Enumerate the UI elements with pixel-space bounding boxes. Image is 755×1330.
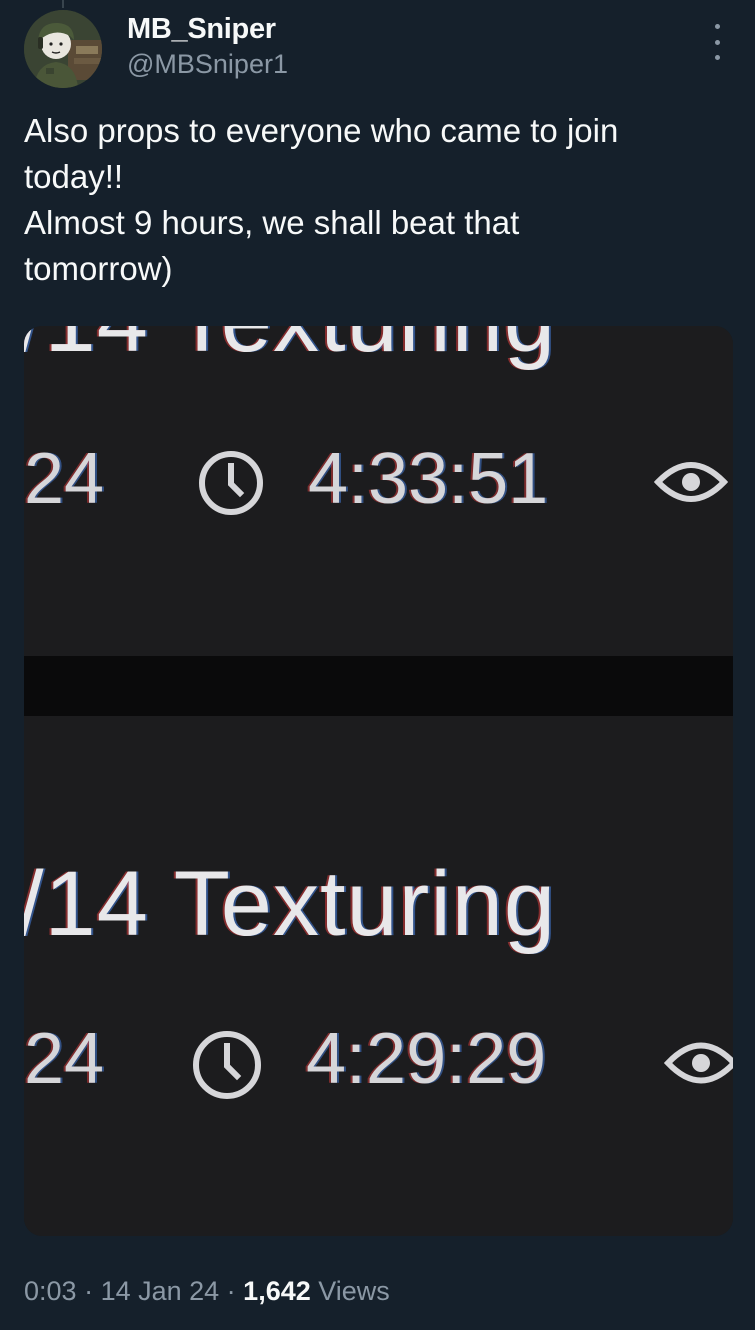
eye-icon xyxy=(664,1042,733,1084)
media-stats-row: 24 4:29:29 xyxy=(24,1018,733,1099)
meta-separator: · xyxy=(76,1276,101,1306)
media-duration: 4:29:29 xyxy=(306,1019,547,1099)
views-label[interactable]: Views xyxy=(311,1276,390,1306)
tweet-text-line: tomorrow) xyxy=(24,250,173,287)
media-title-partial: /14 Texturing xyxy=(24,326,556,373)
tweet-media-image[interactable]: /14 Texturing 24 4:33:51 /14 Texturing 2… xyxy=(24,326,733,1236)
tweet-meta: 0:03 · 14 Jan 24 · 1,642 Views xyxy=(24,1276,390,1307)
media-duration: 4:33:51 xyxy=(308,439,549,519)
author-handle[interactable]: @MBSniper1 xyxy=(127,48,288,80)
views-count[interactable]: 1,642 xyxy=(243,1276,311,1306)
media-stats-row: 24 4:33:51 xyxy=(24,438,733,519)
meta-separator: · xyxy=(219,1276,244,1306)
media-title-partial: /14 Texturing xyxy=(24,853,557,955)
tweet-header: MB_Sniper @MBSniper1 xyxy=(24,10,731,90)
author-display-name[interactable]: MB_Sniper xyxy=(127,12,288,46)
tweet-text-line: Also props to everyone who came to join xyxy=(24,112,619,149)
media-date-partial: 24 xyxy=(24,1019,105,1099)
clock-icon xyxy=(199,451,263,515)
avatar[interactable] xyxy=(24,10,102,88)
more-options-icon[interactable] xyxy=(707,24,727,60)
media-panel-bottom: /14 Texturing 24 4:29:29 xyxy=(24,716,733,1236)
soldier-avatar-icon xyxy=(24,10,102,88)
media-divider xyxy=(24,656,733,716)
tweet-time[interactable]: 0:03 xyxy=(24,1276,77,1306)
tweet-text: Also props to everyone who came to join … xyxy=(24,108,724,292)
tweet-text-line: today!! xyxy=(24,158,124,195)
eye-icon xyxy=(654,462,728,502)
clock-icon xyxy=(193,1031,261,1099)
thread-connector-line xyxy=(62,0,64,8)
media-date-partial: 24 xyxy=(24,439,105,519)
tweet-text-line: Almost 9 hours, we shall beat that xyxy=(24,204,520,241)
media-panel-top: /14 Texturing 24 4:33:51 xyxy=(24,326,733,656)
author-names: MB_Sniper @MBSniper1 xyxy=(127,12,288,80)
tweet-date[interactable]: 14 Jan 24 xyxy=(101,1276,220,1306)
